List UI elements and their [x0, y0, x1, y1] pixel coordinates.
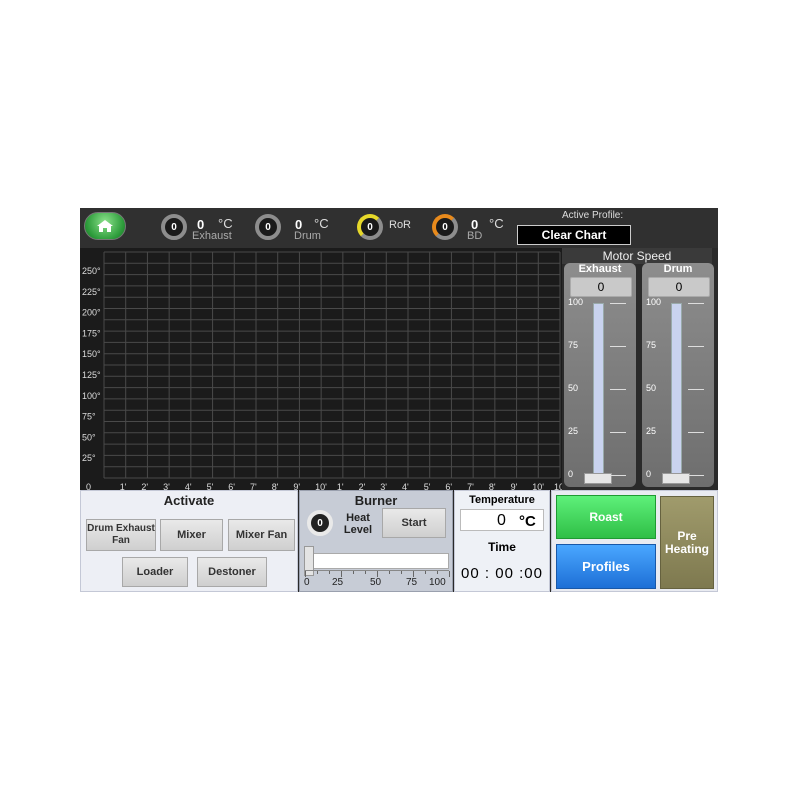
burner-tick: [353, 571, 354, 574]
burner-section: Burner 0 Heat Level Start 0 25 50 75 100: [299, 490, 453, 592]
burner-tick: [401, 571, 402, 574]
burner-tick: [365, 571, 366, 574]
activate-section: Activate Drum Exhaust Fan Mixer Mixer Fa…: [80, 490, 298, 592]
chart-y-tick-label: 25°: [82, 453, 96, 463]
burner-scale-100: 100: [429, 577, 446, 588]
motor-scale-label: 100: [646, 297, 662, 307]
drum-motor-label: Drum: [663, 263, 693, 275]
bd-gauge: 0: [432, 214, 458, 240]
chart-y-tick-label: 225°: [82, 287, 101, 297]
drum-exhaust-fan-button[interactable]: Drum Exhaust Fan: [86, 519, 156, 551]
bd-temp-label: BD: [467, 230, 483, 242]
status-bar: 0 0 °C Exhaust 0 0 °C Drum 0 RoR 0 0 °C …: [80, 208, 718, 248]
ror-gauge: 0: [357, 214, 383, 240]
burner-title: Burner: [354, 493, 398, 508]
temperature-label: Temperature: [469, 494, 535, 506]
roaster-control-panel: 0 0 °C Exhaust 0 0 °C Drum 0 RoR 0 0 °C …: [80, 208, 718, 592]
motor-scale-label: 0: [568, 469, 574, 479]
motor-scale-label: 25: [568, 426, 579, 436]
drum-motor-slider-panel: Drum 0 100 75 50 25 0: [642, 263, 714, 487]
profiles-button[interactable]: Profiles: [556, 544, 656, 589]
motor-scale-label: 50: [646, 383, 657, 393]
home-button[interactable]: [84, 212, 126, 240]
actions-section: Roast Profiles Pre Heating: [551, 490, 718, 592]
exhaust-temp-label: Exhaust: [192, 230, 232, 242]
ror-label: RoR: [389, 219, 412, 231]
chart-svg: 250°225°200°175°150°125°100°75°50°25°0 1'…: [82, 251, 562, 492]
active-profile-label: Active Profile:: [562, 210, 624, 221]
motor-scale-tick: [688, 303, 704, 304]
burner-level-track[interactable]: [305, 553, 449, 569]
heat-level-label: Heat Level: [343, 512, 373, 536]
motor-scale-tick: [610, 475, 626, 476]
exhaust-motor-thumb[interactable]: [584, 473, 612, 484]
pre-heating-button[interactable]: Pre Heating: [660, 496, 714, 589]
roast-button[interactable]: Roast: [556, 495, 656, 539]
burner-tick: [389, 571, 390, 574]
exhaust-temp-unit: °C: [218, 216, 233, 231]
drum-gauge: 0: [255, 214, 281, 240]
burner-tick: [425, 571, 426, 574]
drum-motor-value: 0: [648, 277, 710, 297]
motor-scale-tick: [688, 475, 704, 476]
exhaust-motor-slider-panel: Exhaust 0 100 75 50 25 0: [564, 263, 636, 487]
motor-scale-tick: [610, 432, 626, 433]
motor-scale-tick: [610, 303, 626, 304]
chart-y-tick-label: 50°: [82, 432, 96, 442]
burner-tick: [317, 571, 318, 574]
burner-scale-75: 75: [406, 577, 418, 588]
activate-title: Activate: [163, 493, 215, 508]
motor-speed-title: Motor Speed: [562, 248, 712, 264]
motor-scale-label: 75: [646, 340, 657, 350]
drum-motor-track[interactable]: [671, 303, 682, 483]
mixer-button[interactable]: Mixer: [160, 519, 223, 551]
motor-scale-tick: [610, 346, 626, 347]
exhaust-motor-label: Exhaust: [578, 263, 622, 275]
bd-temp-unit: °C: [489, 216, 504, 231]
chart-y-tick-label: 250°: [82, 266, 101, 276]
motor-scale-tick: [610, 389, 626, 390]
motor-scale-label: 100: [568, 297, 584, 307]
time-label: Time: [488, 540, 516, 554]
motor-scale-tick: [688, 432, 704, 433]
chart-y-tick-label: 75°: [82, 412, 96, 422]
motor-scale-label: 50: [568, 383, 579, 393]
burner-tick: [329, 571, 330, 574]
heat-level-gauge: 0: [307, 510, 333, 536]
clear-chart-button[interactable]: Clear Chart: [517, 225, 631, 245]
loader-button[interactable]: Loader: [122, 557, 188, 587]
drum-temp-unit: °C: [314, 216, 329, 231]
burner-scale-0: 0: [304, 577, 310, 588]
drum-motor-thumb[interactable]: [662, 473, 690, 484]
exhaust-motor-value: 0: [570, 277, 632, 297]
home-icon: [97, 220, 113, 232]
mixer-fan-button[interactable]: Mixer Fan: [228, 519, 295, 551]
chart-y-tick-label: 175°: [82, 328, 101, 338]
temperature-display: 0 °C: [460, 509, 544, 531]
exhaust-motor-track[interactable]: [593, 303, 604, 483]
time-value: 00 : 00 :00: [461, 565, 543, 582]
chart-y-tick-label: 200°: [82, 308, 101, 318]
burner-tick: [449, 571, 450, 577]
drum-temp-label: Drum: [294, 230, 321, 242]
motor-scale-label: 25: [646, 426, 657, 436]
burner-start-button[interactable]: Start: [382, 508, 446, 538]
temperature-value: 0: [497, 512, 506, 529]
motor-scale-label: 75: [568, 340, 579, 350]
chart-y-tick-label: 100°: [82, 391, 101, 401]
chart-y-tick-label: 150°: [82, 349, 101, 359]
chart-y-tick-label: 125°: [82, 370, 101, 380]
burner-scale-ticks: [305, 570, 450, 577]
motor-scale-tick: [688, 389, 704, 390]
temperature-unit: °C: [519, 513, 536, 530]
burner-tick: [437, 571, 438, 574]
motor-scale-tick: [688, 346, 704, 347]
temperature-section: Temperature 0 °C Time 00 : 00 :00: [454, 490, 550, 592]
temperature-chart: 250° 225° 200° 175° 150° 125° 100° 75° 50° 25° 0 1'…: [80, 248, 562, 492]
exhaust-gauge: 0: [161, 214, 187, 240]
motor-scale-label: 0: [646, 469, 652, 479]
burner-scale-50: 50: [370, 577, 382, 588]
burner-scale-25: 25: [332, 577, 344, 588]
destoner-button[interactable]: Destoner: [197, 557, 267, 587]
